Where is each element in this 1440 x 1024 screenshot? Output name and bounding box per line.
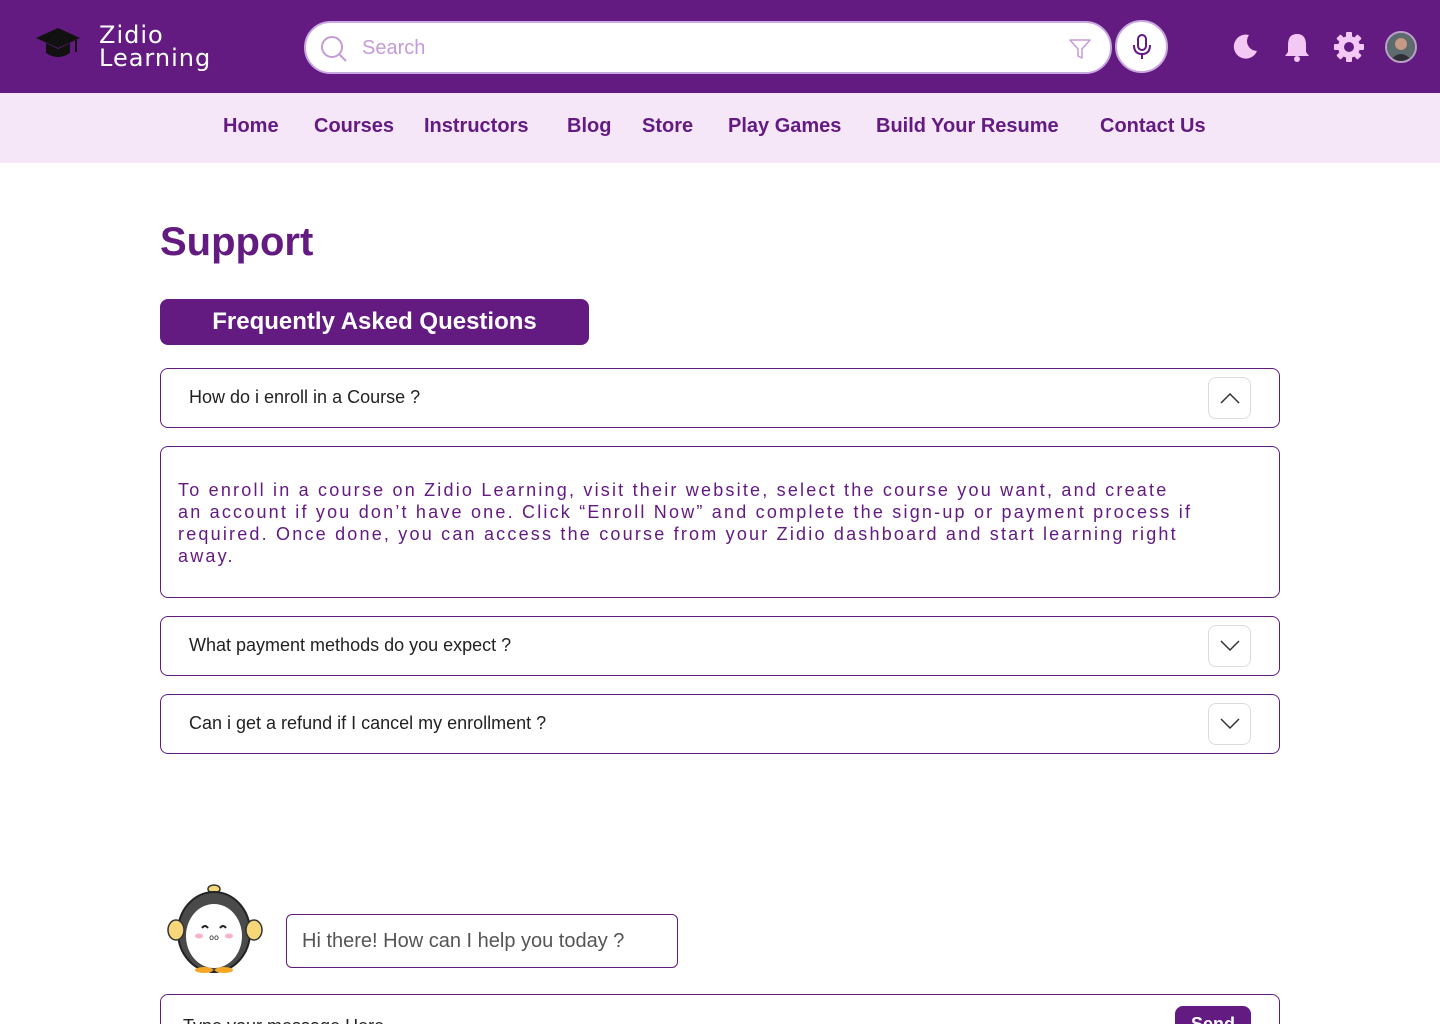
faq-item-payment[interactable]: What payment methods do you expect ? bbox=[160, 616, 1280, 676]
main-nav: Home Courses Instructors Blog Store Play… bbox=[0, 93, 1440, 163]
bell-icon bbox=[1285, 34, 1309, 62]
microphone-icon bbox=[1132, 33, 1151, 59]
nav-instructors[interactable]: Instructors bbox=[424, 115, 528, 138]
brand-logo[interactable]: Zidio Learning bbox=[34, 23, 210, 70]
faq-question: How do i enroll in a Course ? bbox=[189, 387, 421, 407]
faq-item-enroll[interactable]: How do i enroll in a Course ? bbox=[160, 368, 1280, 428]
search-input[interactable] bbox=[362, 31, 1042, 65]
settings-button[interactable] bbox=[1333, 31, 1365, 63]
gear-icon bbox=[1334, 32, 1364, 62]
nav-build-resume[interactable]: Build Your Resume bbox=[876, 115, 1059, 138]
send-button[interactable]: Send bbox=[1175, 1006, 1251, 1024]
chevron-up-icon bbox=[1219, 392, 1240, 404]
faq-question: Can i get a refund if I cancel my enroll… bbox=[189, 713, 547, 733]
nav-play-games[interactable]: Play Games bbox=[728, 115, 841, 138]
top-bar: Zidio Learning bbox=[0, 0, 1440, 93]
dark-mode-toggle[interactable] bbox=[1229, 31, 1261, 63]
chevron-down-icon bbox=[1219, 718, 1240, 730]
user-avatar[interactable] bbox=[1385, 31, 1417, 63]
faq-answer-panel: To enroll in a course on Zidio Learning,… bbox=[160, 446, 1280, 598]
brand-name: Zidio Learning bbox=[99, 23, 212, 72]
nav-store[interactable]: Store bbox=[642, 115, 693, 138]
faq-question: What payment methods do you expect ? bbox=[189, 635, 512, 655]
graduation-cap-icon bbox=[36, 28, 80, 57]
chat-input-bar: Send bbox=[160, 994, 1280, 1024]
faq-expand-button[interactable] bbox=[1208, 625, 1251, 667]
microphone-button[interactable] bbox=[1115, 20, 1168, 73]
notifications-button[interactable] bbox=[1281, 31, 1313, 63]
chat-message-input[interactable] bbox=[183, 1011, 1083, 1024]
filter-icon[interactable] bbox=[1068, 37, 1092, 61]
faq-answer-text: To enroll in a course on Zidio Learning,… bbox=[178, 480, 1193, 566]
search-icon[interactable] bbox=[320, 35, 348, 63]
moon-icon bbox=[1233, 34, 1257, 59]
faq-collapse-button[interactable] bbox=[1208, 377, 1251, 419]
nav-blog[interactable]: Blog bbox=[567, 115, 611, 138]
chevron-down-icon bbox=[1219, 640, 1240, 652]
chat-greeting-bubble: Hi there! How can I help you today ? bbox=[286, 914, 678, 968]
brand-name-line2: Learning bbox=[99, 44, 212, 72]
faq-item-refund[interactable]: Can i get a refund if I cancel my enroll… bbox=[160, 694, 1280, 754]
penguin-mascot-icon: oo bbox=[167, 884, 263, 973]
nav-courses[interactable]: Courses bbox=[314, 115, 394, 138]
nav-contact-us[interactable]: Contact Us bbox=[1100, 115, 1206, 138]
faq-heading: Frequently Asked Questions bbox=[160, 299, 589, 345]
nav-home[interactable]: Home bbox=[223, 115, 279, 138]
search-bar bbox=[304, 21, 1112, 74]
avatar-image bbox=[1387, 33, 1415, 61]
faq-expand-button[interactable] bbox=[1208, 703, 1251, 745]
svg-text:oo: oo bbox=[209, 933, 219, 942]
page-title: Support bbox=[160, 220, 314, 264]
